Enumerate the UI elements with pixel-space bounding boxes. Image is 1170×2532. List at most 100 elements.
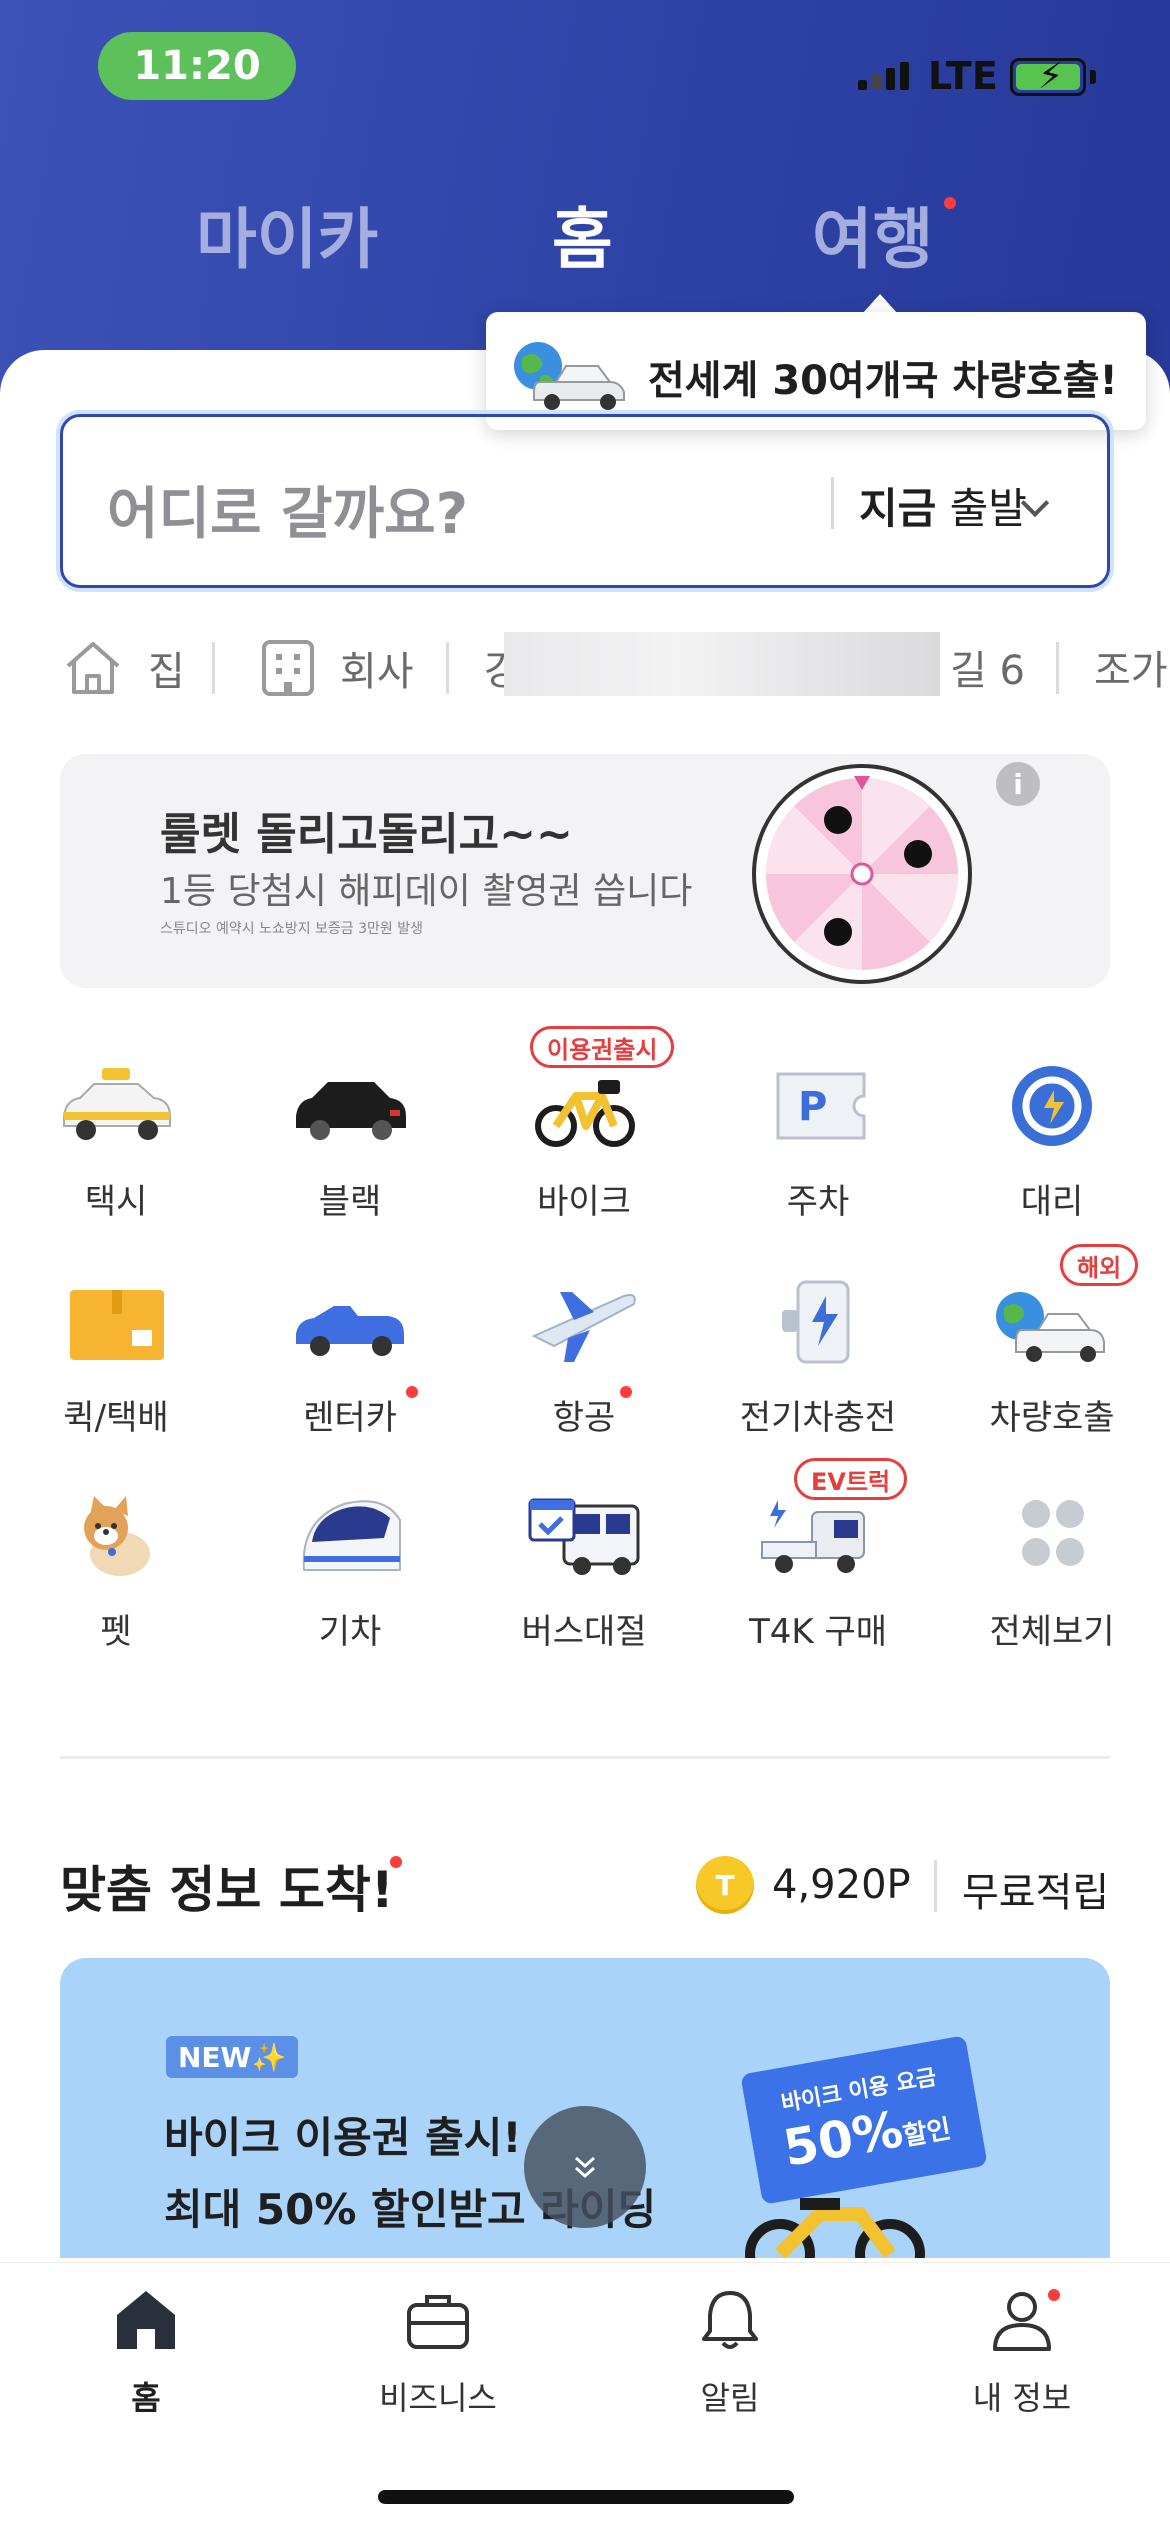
service-rentcar[interactable]: 렌터카: [260, 1276, 440, 1439]
nav-label: 홈: [131, 2379, 161, 2417]
service-train[interactable]: 기차: [260, 1490, 440, 1653]
scroll-down-button[interactable]: [524, 2106, 646, 2228]
free-earn-link[interactable]: 무료적립: [962, 1860, 1109, 1918]
grid-icon: [1022, 1500, 1084, 1566]
black-car-icon: [296, 1082, 406, 1140]
service-view-all[interactable]: 전체보기: [962, 1490, 1142, 1653]
bike-icon: [535, 1080, 635, 1147]
address-redacted: [504, 632, 940, 696]
destination-search[interactable]: 어디로 갈까요? 지금 출발: [60, 414, 1110, 588]
service-parking[interactable]: P 주차: [728, 1060, 908, 1223]
bike-badge: 이용권출시: [530, 1026, 675, 1068]
service-label: 차량호출: [989, 1398, 1115, 1438]
home-icon: [117, 2291, 175, 2349]
address-end: 길 6: [950, 648, 1025, 694]
quick-work[interactable]: 회사: [260, 638, 414, 698]
promo-line1: 바이크 이용권 출시!: [164, 2113, 522, 2162]
rentcar-new-dot: [406, 1386, 418, 1398]
bike-illustration-icon: [745, 2198, 925, 2258]
service-flight[interactable]: 항공: [494, 1276, 674, 1439]
parking-icon: P: [776, 1072, 866, 1140]
nav-label: 비즈니스: [379, 2379, 497, 2417]
tooltip-text: 전세계 30여개국 차량호출!: [648, 358, 1118, 404]
service-quick-delivery[interactable]: 퀵/택배: [26, 1276, 206, 1439]
tab-travel-new-dot: [944, 197, 956, 209]
service-label: T4K 구매: [748, 1612, 888, 1652]
tab-mycar[interactable]: 마이카: [196, 186, 378, 282]
home-outline-icon: [66, 642, 120, 694]
service-t4k-purchase[interactable]: T4K 구매: [728, 1490, 908, 1653]
roulette-wheel-icon: [752, 764, 972, 984]
quick-home-label: 집: [148, 649, 185, 695]
steering-wheel-icon: [1012, 1066, 1092, 1146]
service-label: 주차: [786, 1182, 850, 1222]
next-address: 조가: [1094, 648, 1168, 694]
airplane-icon: [531, 1292, 636, 1362]
global-car-icon: [996, 1292, 1105, 1362]
nav-label: 알림: [700, 2379, 760, 2417]
nav-home[interactable]: 홈: [46, 2285, 246, 2419]
service-label: 펫: [100, 1612, 132, 1652]
service-label: 기차: [318, 1612, 382, 1652]
tab-home[interactable]: 홈: [552, 186, 613, 282]
service-label: 버스대절: [521, 1612, 647, 1652]
service-bus-charter[interactable]: 버스대절: [494, 1490, 674, 1653]
dog-icon: [84, 1496, 150, 1576]
service-taxi[interactable]: 택시: [26, 1060, 206, 1223]
service-label: 대리: [1020, 1182, 1084, 1222]
tab-travel[interactable]: 여행: [812, 186, 933, 282]
info-icon[interactable]: i: [996, 762, 1040, 806]
quick-home[interactable]: 집: [62, 638, 185, 698]
travel-tooltip[interactable]: 전세계 30여개국 차량호출!: [486, 312, 1146, 430]
double-chevron-down-icon: [575, 2156, 595, 2179]
depart-now: 지금: [859, 484, 937, 533]
search-placeholder: 어디로 갈까요?: [107, 482, 469, 547]
flight-new-dot: [620, 1386, 632, 1398]
service-bike[interactable]: 바이크: [494, 1060, 674, 1223]
service-label: 항공: [552, 1398, 616, 1438]
points-balance[interactable]: 4,920P: [772, 1862, 911, 1908]
svg-text:P: P: [798, 1084, 827, 1130]
roulette-title: 룰렛 돌리고돌리고~~: [160, 809, 573, 860]
nav-label: 내 정보: [972, 2379, 1072, 2417]
nav-business[interactable]: 비즈니스: [338, 2285, 538, 2419]
coin-icon: T: [696, 1856, 754, 1914]
new-badge: NEW✨: [166, 2036, 299, 2078]
battery-tip: [1090, 70, 1096, 84]
service-driver[interactable]: 대리: [962, 1060, 1142, 1223]
box-icon: [70, 1290, 164, 1360]
service-car-hailing[interactable]: 차량호출: [962, 1276, 1142, 1439]
quick-destinations: 집 회사 강 길 6 조가: [0, 630, 1170, 710]
nav-alerts[interactable]: 알림: [630, 2285, 830, 2419]
quick-separator: [446, 642, 449, 694]
service-label: 전기차충전: [739, 1398, 897, 1438]
person-icon: [993, 2292, 1051, 2351]
section-title: 맞춤 정보 도착!: [60, 1861, 394, 1919]
service-black[interactable]: 블랙: [260, 1060, 440, 1223]
section-new-dot: [390, 1856, 402, 1868]
ev-truck-icon: [761, 1500, 865, 1573]
building-icon: [262, 640, 314, 696]
global-car-icon: [514, 342, 625, 410]
service-pet[interactable]: 펫: [26, 1490, 206, 1653]
overseas-badge: 해외: [1060, 1244, 1139, 1286]
service-label: 전체보기: [989, 1612, 1115, 1652]
roulette-banner[interactable]: 룰렛 돌리고돌리고~~ 1등 당첨시 해피데이 촬영권 씁니다 스튜디오 예약시…: [60, 754, 1110, 988]
nav-my-info[interactable]: 내 정보: [922, 2285, 1122, 2419]
service-label: 바이크: [537, 1182, 631, 1222]
train-icon: [302, 1500, 401, 1571]
ev-charger-icon: [782, 1280, 850, 1364]
quick-recent-address-end[interactable]: 길 6: [950, 638, 1025, 696]
bus-icon: [528, 1498, 640, 1575]
quick-work-label: 회사: [340, 649, 414, 695]
departure-time-selector[interactable]: 지금 출발: [859, 475, 1027, 536]
roulette-fine-print: 스튜디오 예약시 노쇼방지 보증금 3만원 발생: [160, 921, 423, 937]
tooltip-arrow: [862, 294, 898, 314]
signal-icon: [858, 62, 909, 90]
ev-truck-badge: EV트럭: [794, 1458, 908, 1500]
discount-ticket: 바이크 이용 요금 50%할인: [740, 2035, 988, 2205]
bell-icon: [702, 2291, 758, 2349]
service-ev-charging[interactable]: 전기차충전: [728, 1276, 908, 1439]
service-label: 퀵/택배: [63, 1398, 169, 1438]
quick-next-address[interactable]: 조가: [1094, 638, 1168, 696]
